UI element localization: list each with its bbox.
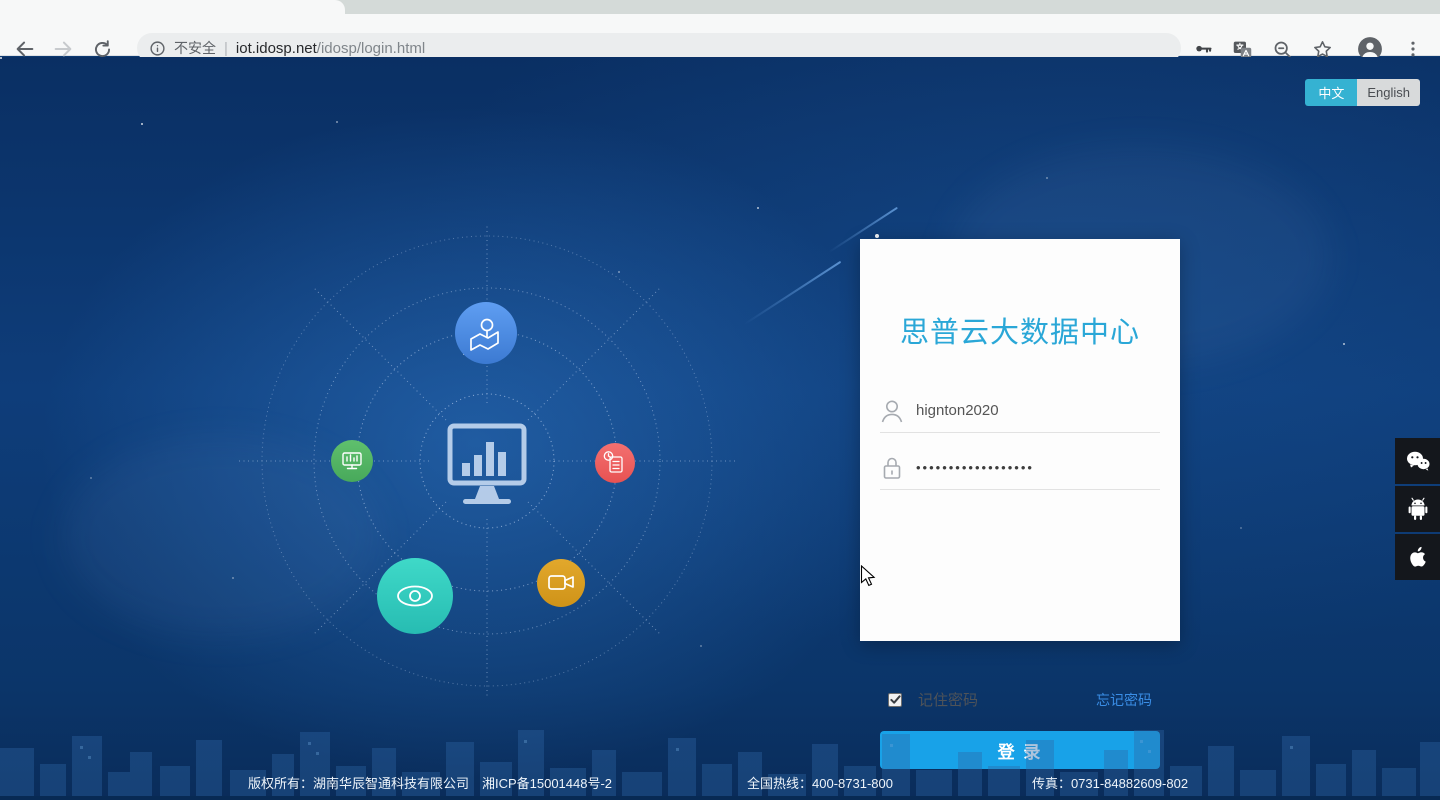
apple-icon xyxy=(1409,546,1426,567)
android-icon xyxy=(1408,497,1427,520)
lang-chinese-button[interactable]: 中文 xyxy=(1305,79,1358,106)
wechat-button[interactable] xyxy=(1395,438,1440,484)
lock-icon xyxy=(883,457,901,479)
streak-decoration xyxy=(743,260,842,326)
url-path: /idosp/login.html xyxy=(316,39,426,57)
eye-satellite xyxy=(377,558,453,634)
security-label: 不安全 xyxy=(174,40,216,56)
browser-toolbar: 不安全 | iot.idosp.net/idosp/login.html xyxy=(0,14,1440,63)
check-icon xyxy=(889,695,901,704)
username-field-row xyxy=(880,389,1160,433)
forgot-password-link[interactable]: 忘记密码 xyxy=(1096,690,1152,710)
active-tab[interactable] xyxy=(0,0,345,14)
copyright-text: 版权所有：湖南华辰智通科技有限公司 湘ICP备15001448号-2 xyxy=(247,776,613,791)
android-button[interactable] xyxy=(1395,486,1440,532)
username-input[interactable] xyxy=(916,402,1146,419)
remember-checkbox[interactable] xyxy=(888,692,902,707)
remember-label: 记住密码 xyxy=(918,692,979,709)
screen: 不安全 | iot.idosp.net/idosp/login.html 中文 … xyxy=(0,0,1440,800)
social-sidebar xyxy=(1395,438,1440,582)
apple-button[interactable] xyxy=(1395,534,1440,580)
user-icon xyxy=(881,400,903,422)
mouse-cursor xyxy=(860,565,876,587)
fax-text: 传真：0731-84882609-802 xyxy=(1031,776,1189,791)
login-title: 思普云大数据中心 xyxy=(899,317,1140,349)
language-toggle: 中文 English xyxy=(1305,79,1420,106)
stars-decoration xyxy=(0,57,2,59)
dashboard-monitor-icon xyxy=(447,423,527,504)
lang-english-button[interactable]: English xyxy=(1357,79,1420,106)
page-footer: 版权所有：湖南华辰智通科技有限公司 湘ICP备15001448号-2 全国热线：… xyxy=(0,773,1440,791)
map-pin-satellite xyxy=(455,302,517,364)
video-camera-satellite xyxy=(537,559,585,607)
remember-row: 记住密码 忘记密码 xyxy=(888,689,1152,710)
login-page: 中文 English 思普云大数据中心 hignton2020 ••••••••… xyxy=(0,57,1440,800)
bottom-strip xyxy=(0,796,1440,800)
wechat-icon xyxy=(1406,451,1429,471)
hotline-text: 全国热线：400-8731-800 xyxy=(747,776,893,791)
monitor-chart-satellite xyxy=(331,440,373,482)
orbit-graphic xyxy=(239,226,735,699)
login-card: 思普云大数据中心 •••••••••••••••••• 记住密码 忘记密码 xyxy=(860,239,1180,769)
info-icon[interactable] xyxy=(149,40,166,57)
password-field-row: •••••••••••••••••• xyxy=(880,446,1160,490)
report-clock-satellite xyxy=(595,443,635,483)
url-separator: | xyxy=(224,39,228,57)
browser-tab-strip xyxy=(0,0,1440,14)
password-input[interactable]: •••••••••••••••••• xyxy=(916,460,1034,475)
url-host: iot.idosp.net xyxy=(235,39,317,57)
